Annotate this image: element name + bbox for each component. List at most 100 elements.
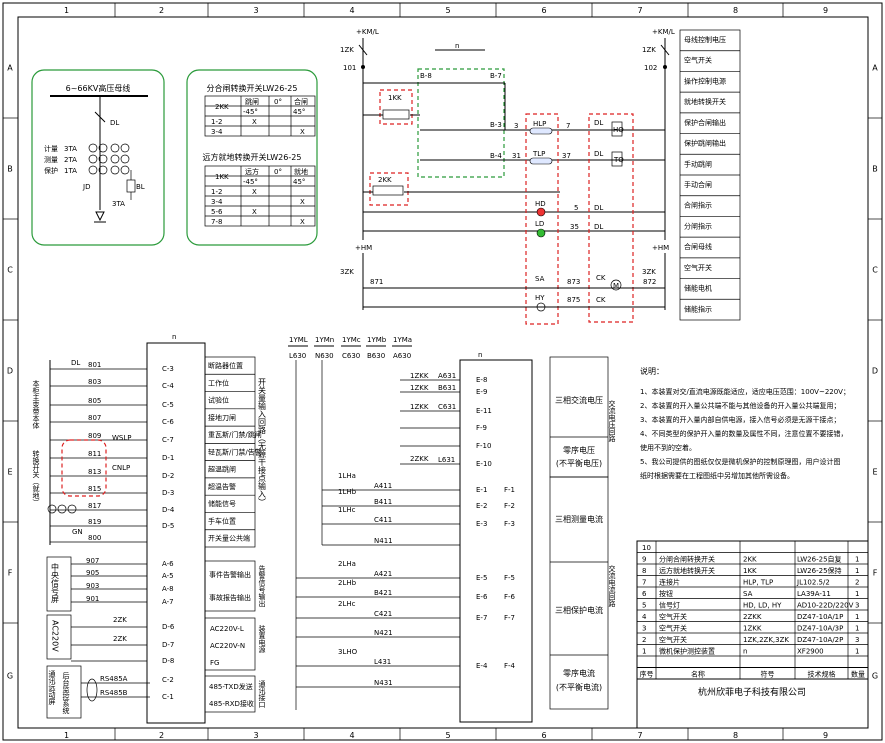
sig-terminal: A-5 (162, 572, 174, 580)
switch-header: 远方 (245, 167, 259, 176)
acc-wire: C421 (374, 610, 392, 618)
top_circuit-ck: CK (596, 274, 606, 282)
bom-cell: 1 (855, 625, 859, 633)
top_circuit-tq: TQ (613, 156, 624, 164)
switch-header: 0° (274, 168, 282, 176)
bom-cell: 2 (855, 579, 859, 587)
legend-item: 合闸母线 (684, 242, 712, 251)
ac_current-label2: 三相保护电流 (555, 605, 603, 615)
legend-item: 保护跳闸输出 (684, 139, 726, 148)
frame-col-label: 9 (823, 6, 828, 15)
bom-cell: 5 (642, 602, 646, 610)
frame-row-label: A (7, 64, 13, 73)
comm_section-terminals-0: C-2 (162, 676, 174, 684)
top_circuit-tlp: TLP (532, 150, 545, 158)
acv-zkk: 1ZKK (410, 372, 429, 380)
di-label: 储能信号 (208, 499, 236, 508)
switch-row-label: 1-2 (211, 188, 222, 196)
frame-row-label: B (7, 165, 13, 174)
di-label: 断路器位置 (208, 361, 243, 370)
di-terminal: D-3 (162, 489, 174, 497)
top_circuit-b3: B-3 (490, 121, 502, 129)
acv-terminal: F-10 (476, 442, 491, 450)
acc-term: E-4 (476, 662, 488, 670)
comm_section-group2: 后台监控系统 (62, 671, 70, 715)
acv-zkk: 1ZKK (410, 384, 429, 392)
switch-label: 1KK (215, 173, 229, 181)
switch-row-label: 5-6 (211, 208, 223, 216)
switch-mark: X (300, 218, 305, 226)
frame-row-label: A (872, 64, 878, 73)
frame-col-label: 8 (733, 731, 738, 740)
top_circuit-m: M (613, 282, 619, 290)
comm_section-labels-0: 485-TXD发送 (209, 682, 253, 691)
acv-terminal: F-9 (476, 424, 487, 432)
di-terminal: C-7 (162, 436, 174, 444)
acc-ct: 3LHO (338, 648, 358, 656)
frame-col-label: 6 (541, 6, 546, 15)
switch-header: 就地 (294, 167, 308, 176)
bom-header: 技术规格 (808, 670, 836, 679)
frame-col-label: 2 (159, 731, 164, 740)
note-item: 5、我公司提供的图纸仅仅是微机保护的控制原理图，用户设计图 (640, 457, 840, 466)
di-terminal: D-5 (162, 522, 174, 530)
signal_section-labels-1: 事故报告输出 (209, 593, 251, 602)
frame-col-label: 3 (253, 731, 258, 740)
busbar-title: 6~66KV高压母线 (66, 83, 131, 93)
pwr-terminal: D-6 (162, 623, 175, 631)
acv-bus: 1YML (289, 336, 308, 344)
comm_section-rs1: RS485A (100, 675, 128, 683)
bom-cell: 信号灯 (659, 601, 680, 610)
power_section-labels-1: AC220V-N (210, 642, 245, 650)
busbar_box-ta3: 3TA (112, 200, 125, 208)
acc-term: F-6 (504, 593, 516, 601)
frame-col-label: 1 (64, 731, 69, 740)
legend-item: 储能电机 (684, 284, 712, 293)
busbar_box-ct_labels-0: 计量 (44, 144, 58, 153)
acv-zkk: 1ZKK (410, 403, 429, 411)
acc-term: E-2 (476, 502, 487, 510)
bom-cell: 1KK (743, 567, 757, 575)
acv-node: L631 (438, 456, 455, 464)
busbar_box-bl: BL (136, 183, 145, 191)
acv-code: A630 (393, 352, 411, 360)
legend-item: 空气开关 (684, 56, 712, 65)
acv-terminal: E-9 (476, 388, 487, 396)
frame-col-label: 8 (733, 6, 738, 15)
acv-bus: 1YMn (315, 336, 334, 344)
switch-header: 合闸 (294, 97, 308, 106)
bom-header: 序号 (640, 670, 654, 679)
acv-terminal: E-10 (476, 460, 492, 468)
busbar_box-ct_labels-2: 保护 (44, 166, 58, 175)
di-label: 接地刀闸 (208, 413, 236, 422)
frame-col-label: 3 (253, 6, 258, 15)
sig-terminal: A-6 (162, 560, 174, 568)
acv-bus: 1YMa (393, 336, 412, 344)
signal-section: 中央信号屏 907 A-6 905 A-5 903 A-8 901 A-7 事件告警输出 事故… (46, 556, 266, 612)
frame-row-label: D (872, 367, 878, 376)
top_circuit-hd: HD (535, 200, 546, 208)
di-label: 超温跳闸 (208, 465, 236, 474)
acc-term: F-4 (504, 662, 516, 670)
bom-cell: 8 (642, 567, 646, 575)
di-wire: 805 (88, 397, 101, 405)
frame-row-label: G (872, 672, 878, 681)
top_circuit-hm_left: +HM (355, 244, 372, 252)
legend-item: 操作控制电源 (684, 76, 726, 85)
di-wire: 817 (88, 502, 101, 510)
power_section-labels-2: FG (210, 659, 219, 667)
frame-col-label: 6 (541, 731, 546, 740)
switch-label: 2KK (215, 103, 229, 111)
legend-item: 就地转换开关 (684, 97, 726, 106)
frame-col-label: 9 (823, 731, 828, 740)
ac_current-label1: 三相测量电流 (555, 514, 603, 524)
note-item: 3、本装置的开入量内部自供电源，接入信号必须是无源干接点； (640, 415, 840, 424)
busbar_box-ct_labels-1: 测量 (44, 156, 58, 164)
top_circuit-ck: CK (596, 296, 606, 304)
sig-terminal: A-7 (162, 598, 174, 606)
bom-header: 名称 (691, 670, 705, 679)
di_section-gn: GN (72, 528, 83, 536)
acc-term: E-3 (476, 520, 487, 528)
comm_section-rs2: RS485B (100, 689, 128, 697)
top_circuit-km_left: +KM/L (356, 28, 379, 36)
